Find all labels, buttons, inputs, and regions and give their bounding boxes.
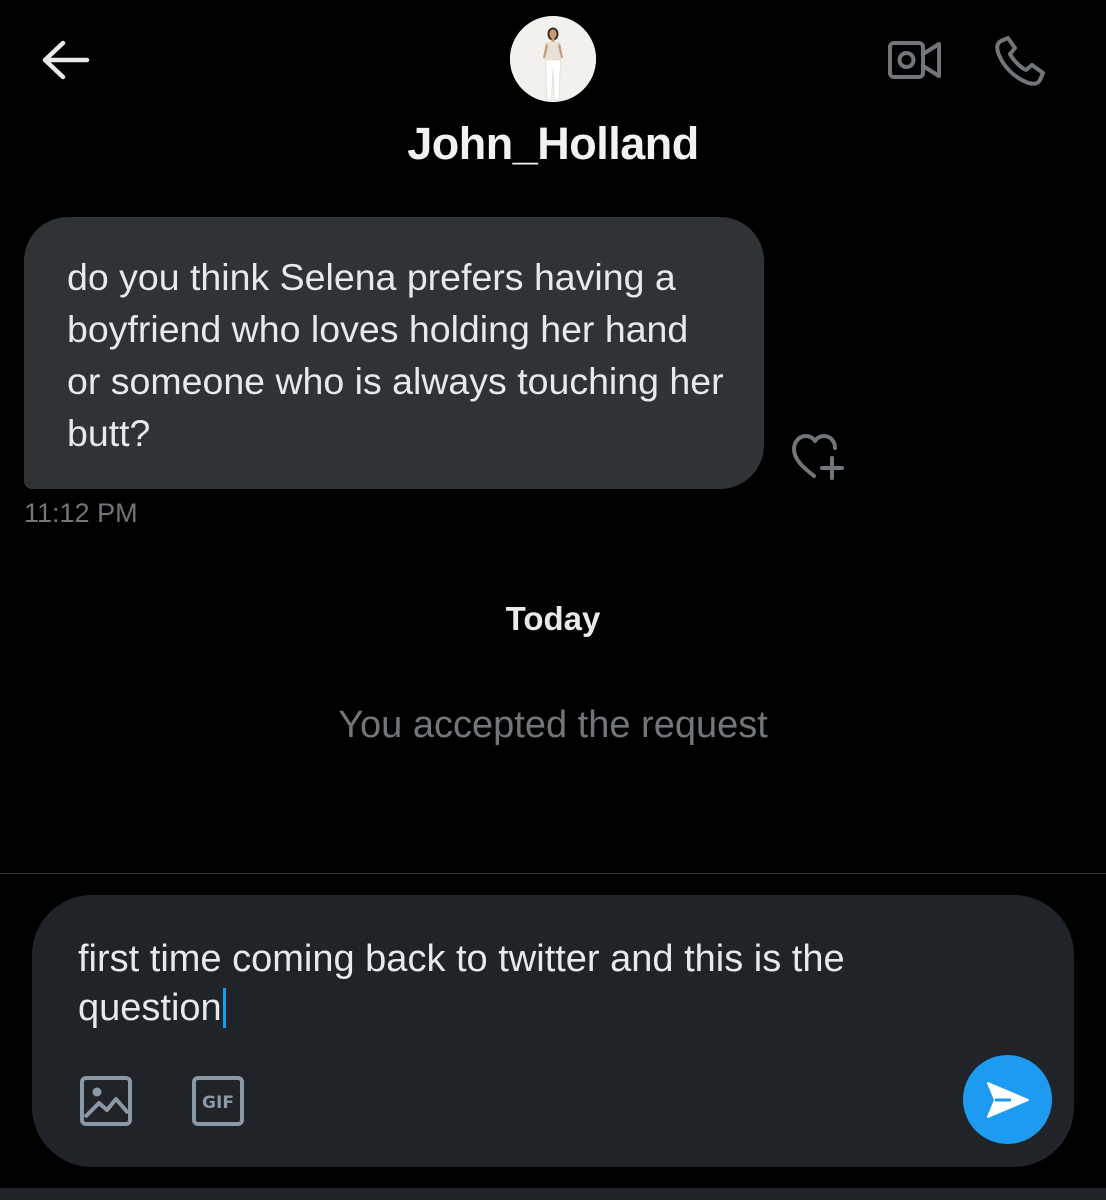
message-input[interactable]: first time coming back to twitter and th… <box>78 935 978 1033</box>
message-composer[interactable]: first time coming back to twitter and th… <box>32 895 1074 1167</box>
avatar[interactable] <box>510 16 596 102</box>
voice-call-button[interactable] <box>985 28 1055 92</box>
text-caret <box>222 988 226 1028</box>
gif-icon: GIF <box>192 1076 244 1126</box>
add-media-button[interactable] <box>76 1071 136 1131</box>
back-button[interactable] <box>30 30 100 90</box>
add-reaction-button[interactable] <box>782 426 854 486</box>
send-button[interactable] <box>963 1055 1052 1144</box>
message-timestamp: 11:12 PM <box>24 498 138 528</box>
divider <box>0 873 1106 874</box>
system-message: You accepted the request <box>338 704 768 746</box>
bottom-bar <box>0 1188 1106 1200</box>
heart-plus-icon <box>792 434 844 480</box>
arrow-left-icon <box>42 40 90 80</box>
profile-photo <box>510 16 596 102</box>
gif-label: GIF <box>202 1093 234 1113</box>
phone-icon <box>995 36 1045 86</box>
video-camera-icon <box>888 41 941 79</box>
day-separator: Today <box>505 600 601 637</box>
video-call-button[interactable] <box>880 30 950 90</box>
contact-name[interactable]: John_Holland <box>0 118 1106 170</box>
image-icon <box>80 1076 132 1126</box>
message-bubble[interactable]: do you think Selena prefers having a boy… <box>24 217 764 489</box>
message-input-value: first time coming back to twitter and th… <box>78 938 845 1029</box>
add-gif-button[interactable]: GIF <box>188 1071 248 1131</box>
send-icon <box>986 1081 1029 1118</box>
